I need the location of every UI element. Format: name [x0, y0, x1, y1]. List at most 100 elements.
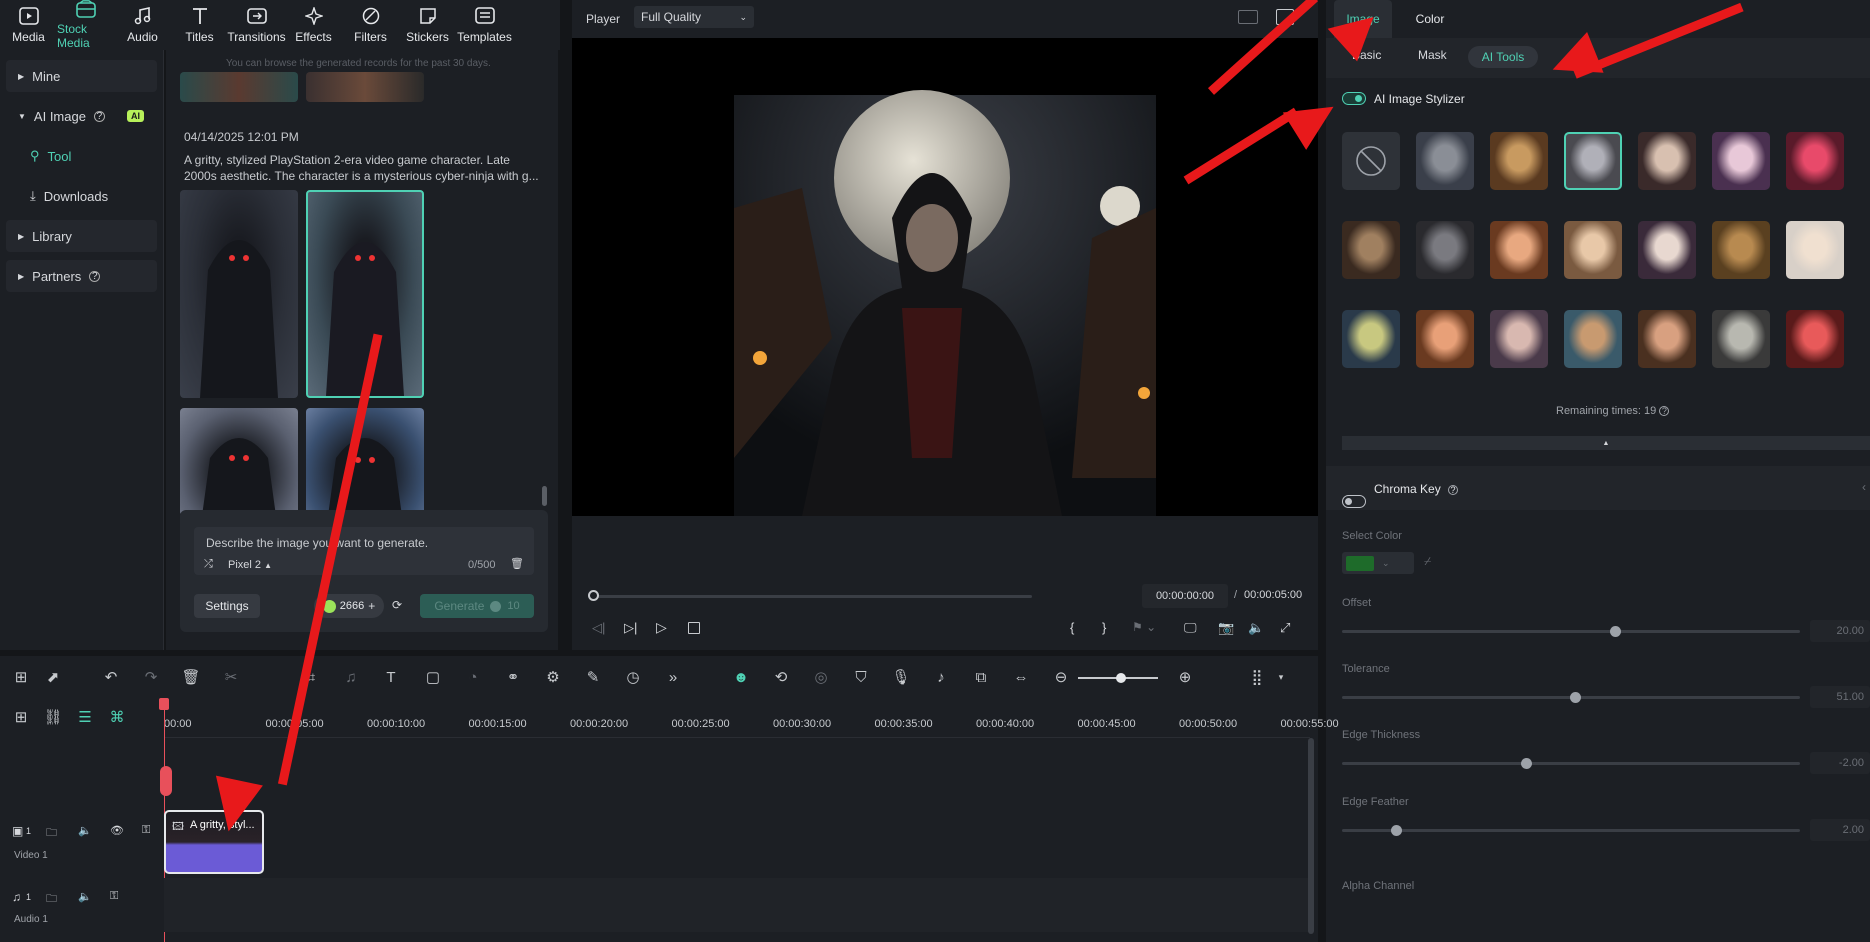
tolerance-value-box[interactable]: 51.00	[1810, 686, 1870, 708]
style-preset-thumb[interactable]	[1564, 310, 1622, 368]
nav-tool[interactable]: ⚲ Tool	[6, 140, 157, 172]
track-layout-icon[interactable]: ☰	[76, 708, 94, 726]
chroma-key-toggle[interactable]	[1342, 495, 1366, 508]
folder-icon[interactable]: 🗀	[46, 890, 57, 909]
undo-icon[interactable]: ↶	[102, 668, 120, 686]
mark-out-icon[interactable]: }	[1102, 620, 1106, 635]
subtab-mask[interactable]: Mask	[1418, 48, 1447, 62]
auto-reframe-icon[interactable]: ⟲	[772, 668, 790, 686]
stop-icon[interactable]	[688, 622, 700, 634]
style-preset-thumb[interactable]	[1638, 221, 1696, 279]
record-icon[interactable]: ◎	[812, 668, 830, 686]
color-icon[interactable]: ⚭	[504, 668, 522, 686]
shuffle-icon[interactable]: ⤮	[204, 558, 213, 571]
scrubber-knob[interactable]	[588, 590, 599, 601]
microphone-icon[interactable]: 🎙	[891, 668, 910, 686]
magnet-icon[interactable]: ⌘	[108, 708, 126, 726]
fit-icon[interactable]: ⇔	[1012, 668, 1030, 686]
nav-partners[interactable]: ▶ Partners ?	[6, 260, 157, 292]
help-icon[interactable]: ?	[93, 110, 105, 122]
toolbar-titles[interactable]: Titles	[171, 0, 228, 50]
style-preset-thumb[interactable]	[1712, 221, 1770, 279]
audio-edit-icon[interactable]: ♫	[342, 668, 360, 686]
edge-feather-slider[interactable]	[1342, 825, 1800, 836]
edge-thickness-slider[interactable]	[1342, 758, 1800, 769]
generated-image-thumb[interactable]	[180, 190, 298, 398]
fullscreen-icon[interactable]: ⤢	[1280, 620, 1290, 636]
ai-stylizer-toggle[interactable]	[1342, 92, 1366, 105]
marker-icon[interactable]: ⚑ ⌄	[1132, 620, 1156, 634]
style-preset-thumb[interactable]	[1490, 310, 1548, 368]
edge-thickness-value-box[interactable]: -2.00	[1810, 752, 1870, 774]
prev-frame-icon[interactable]: ◁|	[592, 620, 605, 636]
lock-icon[interactable]: ⚿	[110, 890, 118, 903]
generated-image-thumb[interactable]	[180, 408, 298, 516]
snapshot-icon[interactable]: 📷	[1218, 620, 1234, 636]
toolbar-media[interactable]: Media	[0, 0, 57, 50]
audio-track-lane[interactable]	[164, 878, 1310, 932]
help-icon[interactable]: ?	[1448, 485, 1459, 495]
timeline-scrollbar[interactable]	[1308, 738, 1314, 934]
style-preset-thumb[interactable]	[1564, 221, 1622, 279]
style-selector[interactable]: Pixel 2 ▲	[228, 559, 272, 571]
zoom-slider-knob[interactable]	[1116, 673, 1126, 683]
lock-icon[interactable]: ⚿	[142, 824, 150, 837]
style-preset-thumb[interactable]	[1564, 132, 1622, 190]
generated-image-thumb-selected[interactable]	[306, 190, 424, 398]
style-preset-thumb[interactable]	[1712, 132, 1770, 190]
more-icon[interactable]: »	[664, 668, 682, 686]
quality-dropdown[interactable]: Full Quality ⌄	[634, 6, 754, 28]
speaker-icon[interactable]: 🔈	[78, 890, 92, 903]
offset-slider-knob[interactable]	[1610, 626, 1622, 637]
split-icon[interactable]: ✂	[222, 668, 240, 686]
edge-feather-slider-knob[interactable]	[1391, 825, 1403, 836]
play-frame-icon[interactable]: ▷|	[624, 620, 637, 636]
tolerance-slider[interactable]	[1342, 692, 1800, 703]
volume-icon[interactable]: 🔈	[1248, 620, 1264, 636]
style-preset-thumb[interactable]	[1712, 310, 1770, 368]
toolbar-stock-media[interactable]: Stock Media	[57, 0, 114, 50]
play-icon[interactable]: ▷	[656, 619, 667, 636]
offset-value-box[interactable]: 20.00	[1810, 620, 1870, 642]
shield-icon[interactable]: ⛉	[852, 668, 870, 686]
grid-menu-icon[interactable]: ⣿	[1248, 668, 1266, 686]
style-preset-thumb[interactable]	[1638, 132, 1696, 190]
grid-view-icon[interactable]	[1238, 10, 1258, 24]
refresh-icon[interactable]: ⟳	[392, 598, 402, 612]
eyedropper-icon[interactable]: ⌿	[1424, 554, 1431, 569]
gallery-scrollbar[interactable]	[542, 486, 547, 506]
eye-icon[interactable]: 👁	[110, 824, 124, 837]
video-preview[interactable]	[572, 38, 1318, 516]
music-edit-icon[interactable]: ♪	[932, 668, 950, 686]
help-icon[interactable]: ?	[1659, 406, 1670, 416]
settings-button[interactable]: Settings	[194, 594, 260, 618]
toolbar-effects[interactable]: Effects	[285, 0, 342, 50]
toolbar-audio[interactable]: Audio	[114, 0, 171, 50]
style-preset-thumb[interactable]	[1786, 221, 1844, 279]
generate-button[interactable]: Generate 10	[420, 594, 534, 618]
style-preset-thumb[interactable]	[1342, 221, 1400, 279]
layout-icon[interactable]: ⊞	[12, 668, 30, 686]
edit-icon[interactable]: ✎	[584, 668, 602, 686]
toolbar-filters[interactable]: Filters	[342, 0, 399, 50]
help-icon[interactable]: ?	[89, 270, 101, 282]
style-preset-thumb[interactable]	[1416, 132, 1474, 190]
link-icon[interactable]: ⛓	[43, 708, 62, 726]
clip-icon[interactable]: ⧉	[972, 668, 990, 686]
tolerance-slider-knob[interactable]	[1569, 692, 1581, 703]
folder-icon[interactable]: 🗀	[46, 824, 57, 843]
shape-icon[interactable]: ▢	[424, 668, 442, 686]
select-tool-icon[interactable]: ⬈	[44, 668, 62, 686]
toolbar-transitions[interactable]: Transitions	[227, 0, 286, 50]
toolbar-templates[interactable]: Templates	[456, 0, 513, 50]
playhead-marker[interactable]	[160, 766, 172, 796]
style-preset-thumb[interactable]	[1416, 310, 1474, 368]
nav-ai-image[interactable]: ▼ AI Image ? AI	[6, 100, 157, 132]
ai-face-icon[interactable]: ☻	[732, 668, 750, 686]
display-icon[interactable]: 🖵	[1184, 620, 1197, 636]
style-preset-thumb[interactable]	[1786, 132, 1844, 190]
current-time-box[interactable]: 00:00:00:00	[1142, 584, 1228, 608]
ai-tool-icon[interactable]: ⚙	[544, 668, 562, 686]
toolbar-stickers[interactable]: Stickers	[399, 0, 456, 50]
trash-icon[interactable]: 🗑	[510, 557, 524, 570]
